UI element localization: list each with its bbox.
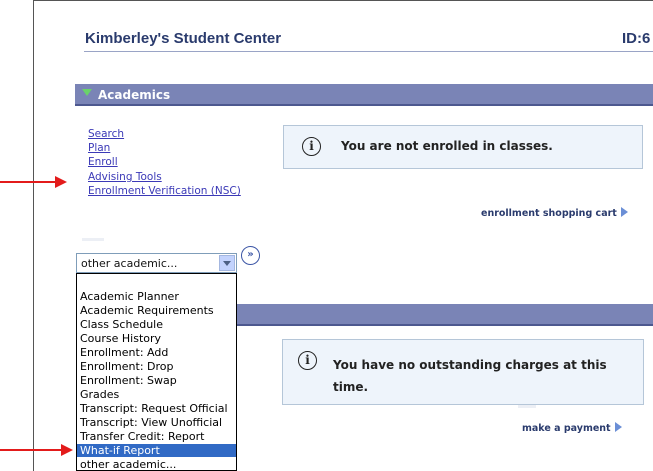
page-title: Kimberley's Student Center [85,30,282,47]
finances-info-box: i You have no outstanding charges at thi… [282,339,644,405]
dropdown-option[interactable]: Course History [80,332,161,345]
dropdown-option[interactable]: other academic... [80,458,176,470]
dropdown-option-selected[interactable]: What-if Report [77,444,236,457]
go-button[interactable]: » [241,246,260,265]
enrollment-message: You are not enrolled in classes. [341,139,553,153]
dropdown-option[interactable]: Transcript: Request Official [80,402,228,415]
finances-section-header[interactable] [237,304,653,326]
select-value: other academic... [81,257,178,270]
triangle-down-icon [82,89,92,96]
student-id-label: ID:6 [622,30,651,47]
link-plan[interactable]: Plan [88,142,110,154]
make-payment-link[interactable]: make a payment [522,422,622,434]
finances-message-line1: You have no outstanding charges at this [333,358,607,372]
other-academic-dropdown-list[interactable]: Academic Planner Academic Requirements C… [76,273,237,471]
play-arrow-icon [614,422,622,432]
title-divider [84,51,653,52]
shopping-cart-link-label: enrollment shopping cart [481,208,617,219]
link-enroll[interactable]: Enroll [88,156,118,168]
dropdown-option[interactable]: Transfer Credit: Report [80,430,204,443]
academics-section-title: Academics [98,88,171,102]
annotation-arrow-line [0,449,62,451]
faint-divider [518,405,536,408]
enrollment-shopping-cart-link[interactable]: enrollment shopping cart [481,207,628,219]
dropdown-option[interactable]: Academic Requirements [80,304,214,317]
dropdown-option[interactable]: Enrollment: Swap [80,374,177,387]
enrollment-info-box: i You are not enrolled in classes. [283,125,643,169]
faint-divider [82,238,104,241]
link-enrollment-verification[interactable]: Enrollment Verification (NSC) [88,185,241,197]
annotation-arrow-icon [61,444,73,456]
info-icon: i [302,137,321,156]
chevron-down-icon[interactable] [219,255,235,271]
play-arrow-icon [620,207,628,217]
dropdown-option[interactable]: Academic Planner [80,290,179,303]
dropdown-option[interactable]: Grades [80,388,119,401]
academics-section-header[interactable]: Academics [75,84,653,106]
make-payment-label: make a payment [522,423,611,434]
link-advising-tools[interactable]: Advising Tools [88,171,162,183]
dropdown-option[interactable]: Enrollment: Add [80,346,168,359]
link-search[interactable]: Search [88,128,124,140]
other-academic-select[interactable]: other academic... [76,253,237,273]
dropdown-option[interactable]: Transcript: View Unofficial [80,416,222,429]
annotation-arrow-icon [55,176,67,188]
info-icon: i [298,351,317,370]
annotation-arrow-line [0,181,56,183]
dropdown-option[interactable]: Class Schedule [80,318,163,331]
finances-message-line2: time. [333,380,369,394]
dropdown-option[interactable]: Enrollment: Drop [80,360,173,373]
